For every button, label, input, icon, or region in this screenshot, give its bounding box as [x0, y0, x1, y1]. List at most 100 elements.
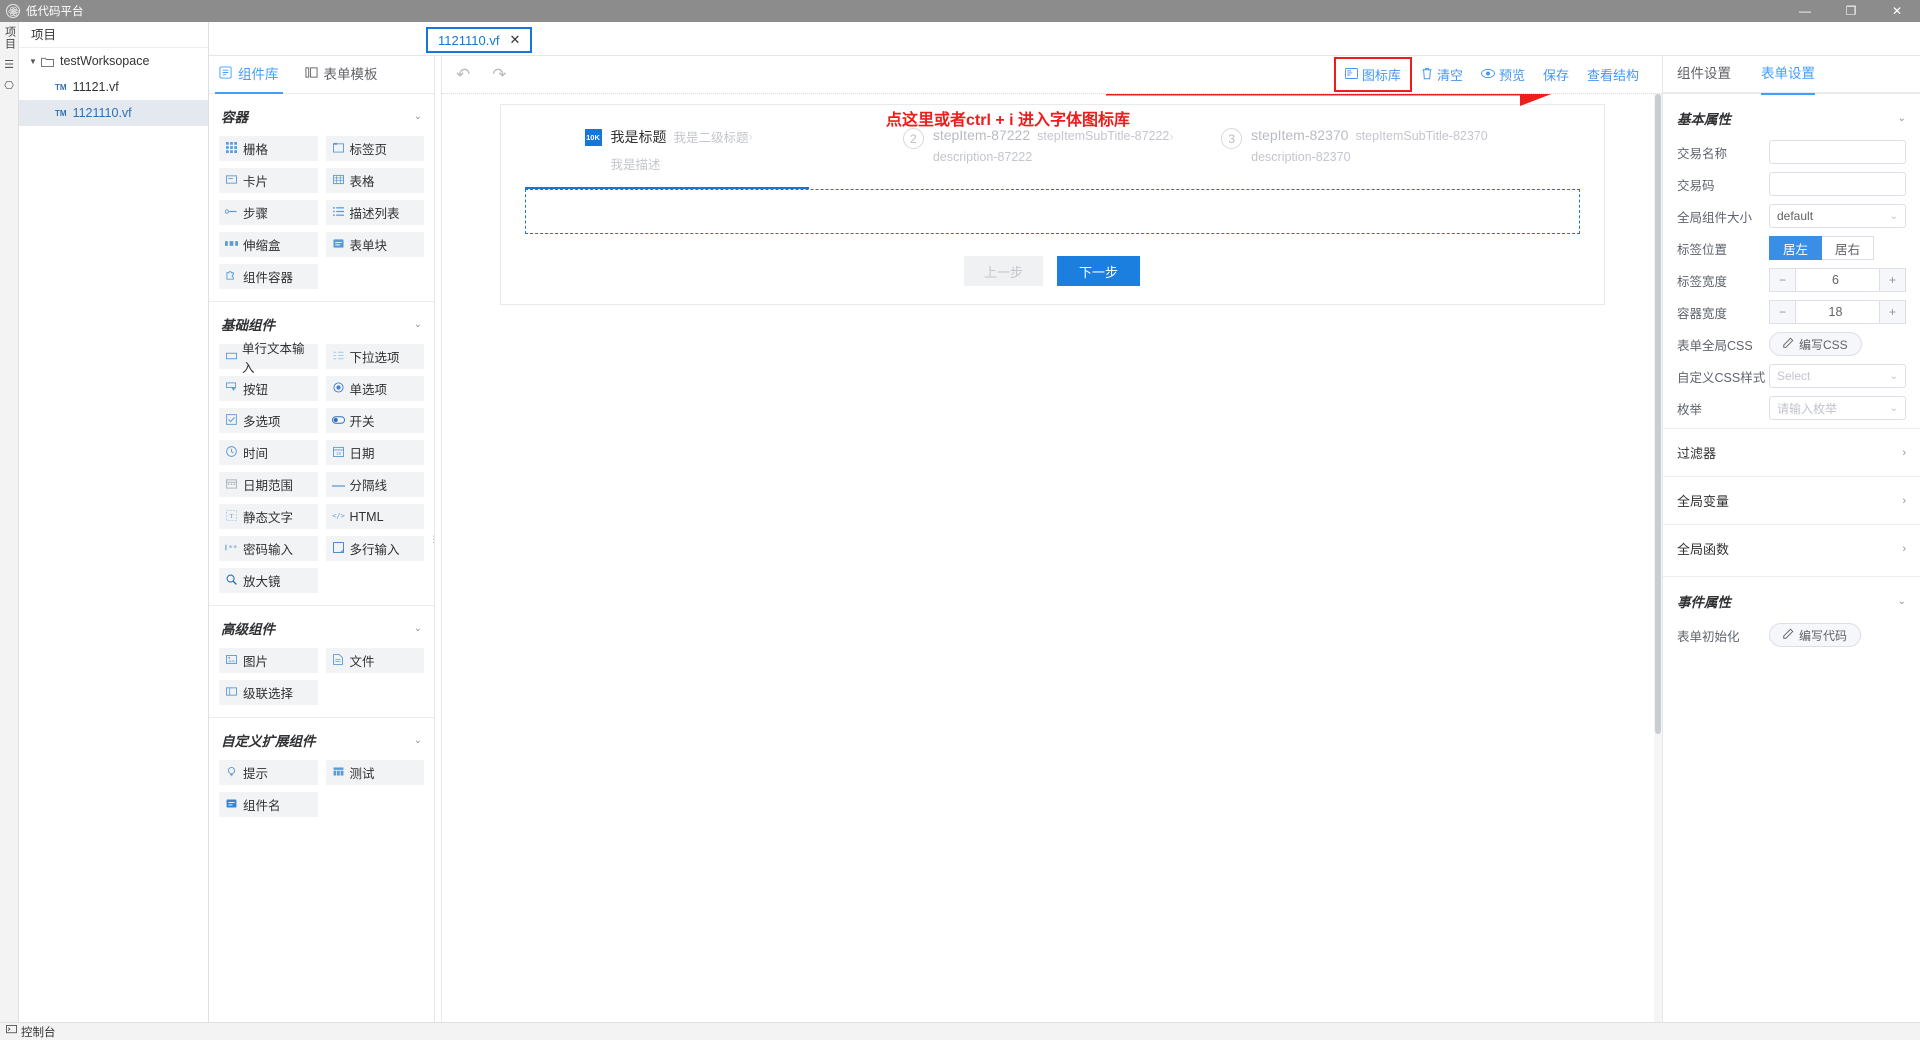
lib-item-steps[interactable]: 步骤: [219, 200, 318, 225]
collapsible-filter[interactable]: 过滤器 ›: [1663, 428, 1920, 476]
group-header[interactable]: 基础组件 ⌄: [221, 314, 422, 334]
maximize-button[interactable]: ❐: [1828, 0, 1874, 22]
undo-icon[interactable]: ↶: [456, 65, 470, 85]
form-designer-card[interactable]: 10K 我是标题 我是二级标题 我是描述 › 2 stepItem-87222 …: [499, 104, 1605, 305]
lib-item-tip[interactable]: 提示: [219, 760, 318, 785]
step-item-3[interactable]: 3 stepItem-82370 stepItemSubTitle-82370 …: [1221, 127, 1539, 164]
tree-item-1121110[interactable]: TM 1121110.vf: [19, 100, 208, 126]
lib-item-password[interactable]: ** 密码输入: [219, 536, 318, 561]
step-item-1[interactable]: 10K 我是标题 我是二级标题 我是描述 ›: [584, 127, 903, 173]
stepper-value[interactable]: 18: [1796, 300, 1879, 324]
prop-row-form-init: 表单初始化 编写代码: [1677, 621, 1906, 649]
lib-item-cascader[interactable]: 级联选择: [219, 680, 318, 705]
section-header[interactable]: 基本属性 ⌄: [1677, 108, 1906, 128]
monitor-icon[interactable]: ⎔: [4, 79, 14, 92]
segment-option-right[interactable]: 居右: [1822, 236, 1875, 260]
scrollbar-thumb[interactable]: [1655, 94, 1661, 734]
tree-root-node[interactable]: ▼ testWorksopace: [19, 48, 208, 74]
lib-item-component-name[interactable]: 组件名: [219, 792, 318, 817]
edit-code-button[interactable]: 编写代码: [1769, 623, 1862, 647]
form-canvas[interactable]: 点这里或者ctrl + i 进入字体图标库 10K 我是标题 我是二级标题 我是…: [442, 94, 1662, 1022]
close-button[interactable]: ✕: [1874, 0, 1920, 22]
stepper-value[interactable]: 6: [1796, 268, 1879, 292]
tab-component-library[interactable]: 组件库: [215, 56, 282, 94]
lib-item-grid[interactable]: 栅格: [219, 136, 318, 161]
library-scroll[interactable]: 容器 ⌄ 栅格 标签页 卡片 表格 步骤 描述列表 伸缩盒 表单块 组件容器 基…: [209, 94, 434, 1022]
tab-form-settings[interactable]: 表单设置: [1761, 55, 1815, 95]
lib-item-flexbox[interactable]: 伸缩盒: [219, 232, 318, 257]
lib-item-date[interactable]: 19 日期: [325, 440, 424, 465]
status-bar-label[interactable]: 控制台: [21, 1024, 56, 1040]
lib-item-checkbox[interactable]: 多选项: [219, 408, 318, 433]
list-icon[interactable]: ☰: [4, 58, 14, 71]
save-button[interactable]: 保存: [1534, 61, 1578, 88]
image-icon: [225, 654, 238, 668]
lib-item-tabs[interactable]: 标签页: [325, 136, 424, 161]
lib-item-radio[interactable]: 单选项: [325, 376, 424, 401]
lib-item-date-range[interactable]: 日期范围: [219, 472, 318, 497]
step-item-2[interactable]: 2 stepItem-87222 stepItemSubTitle-87222 …: [902, 127, 1221, 164]
lib-item-component-container[interactable]: 组件容器: [219, 264, 318, 289]
segment-option-left[interactable]: 居左: [1769, 236, 1823, 260]
lib-item-description-list[interactable]: 描述列表: [325, 200, 424, 225]
collapsible-global-function[interactable]: 全局函数 ›: [1663, 524, 1920, 572]
group-header[interactable]: 高级组件 ⌄: [221, 618, 422, 638]
clear-button[interactable]: 清空: [1412, 61, 1472, 88]
group-header[interactable]: 自定义扩展组件 ⌄: [221, 730, 422, 750]
increment-button[interactable]: +: [1879, 268, 1906, 292]
lib-item-text-input[interactable]: 单行文本输入: [219, 342, 318, 375]
lib-item-card[interactable]: 卡片: [219, 168, 318, 193]
redo-icon[interactable]: ↷: [492, 65, 506, 85]
lib-item-magnifier[interactable]: 放大镜: [219, 568, 318, 593]
tree-item-11121[interactable]: TM 11121.vf: [19, 74, 208, 100]
lib-item-file[interactable]: 文件: [325, 648, 424, 673]
form-dropzone[interactable]: [524, 189, 1580, 234]
file-tab-1121110[interactable]: 1121110.vf ✕: [426, 27, 533, 53]
next-step-button[interactable]: 下一步: [1057, 256, 1141, 286]
chevron-down-icon[interactable]: ⌄: [414, 735, 422, 746]
enum-select[interactable]: 请输入枚举 ⌄: [1769, 396, 1906, 420]
panel-splitter[interactable]: ⋮⋮: [429, 56, 447, 1022]
lib-item-image[interactable]: 图片: [219, 648, 318, 673]
increment-button[interactable]: +: [1879, 300, 1906, 324]
view-structure-button[interactable]: 查看结构: [1578, 61, 1648, 88]
lib-item-switch[interactable]: 开关: [325, 408, 424, 433]
chevron-down-icon[interactable]: ▼: [29, 57, 41, 66]
chevron-down-icon[interactable]: ⌄: [414, 111, 422, 122]
lib-item-static-text[interactable]: T 静态文字: [219, 504, 318, 529]
chevron-down-icon[interactable]: ⌄: [414, 623, 422, 634]
icon-library-button[interactable]: 图标库: [1333, 57, 1412, 92]
edit-css-button[interactable]: 编写CSS: [1769, 332, 1862, 356]
close-icon[interactable]: ✕: [509, 32, 520, 48]
section-header[interactable]: 事件属性 ⌄: [1677, 591, 1906, 611]
lib-item-table[interactable]: 表格: [325, 168, 424, 193]
lib-item-form-block[interactable]: 表单块: [325, 232, 424, 257]
preview-button[interactable]: 预览: [1472, 61, 1534, 88]
lib-item-label: 分隔线: [349, 479, 388, 493]
transaction-name-input[interactable]: [1769, 140, 1906, 164]
decrement-button[interactable]: −: [1769, 300, 1796, 324]
minimize-button[interactable]: —: [1782, 0, 1828, 22]
decrement-button[interactable]: −: [1769, 268, 1796, 292]
collapsible-global-variable[interactable]: 全局变量 ›: [1663, 476, 1920, 524]
canvas-scrollbar[interactable]: [1654, 94, 1662, 1022]
lib-item-dropdown[interactable]: 下拉选项: [325, 344, 424, 369]
lib-item-test[interactable]: 测试: [325, 760, 424, 785]
chevron-down-icon[interactable]: ⌄: [414, 319, 422, 330]
lib-item-html[interactable]: </> HTML: [325, 504, 424, 529]
prev-step-button[interactable]: 上一步: [963, 256, 1043, 286]
rail-project-label[interactable]: 项目: [4, 26, 16, 50]
lib-item-button[interactable]: 按钮: [219, 376, 318, 401]
tab-form-template[interactable]: 表单模板: [304, 56, 378, 94]
tab-component-settings[interactable]: 组件设置: [1677, 55, 1731, 93]
lib-item-textarea[interactable]: 多行输入: [325, 536, 424, 561]
steps-component[interactable]: 10K 我是标题 我是二级标题 我是描述 › 2 stepItem-87222 …: [525, 127, 1580, 173]
chevron-down-icon[interactable]: ⌄: [1898, 596, 1906, 607]
chevron-down-icon[interactable]: ⌄: [1898, 113, 1906, 124]
lib-item-time[interactable]: 时间: [219, 440, 318, 465]
global-component-size-select[interactable]: default ⌄: [1769, 204, 1906, 228]
group-header[interactable]: 容器 ⌄: [221, 106, 422, 126]
custom-css-style-select[interactable]: Select ⌄: [1769, 364, 1906, 388]
transaction-code-input[interactable]: [1769, 172, 1906, 196]
lib-item-divider[interactable]: 分隔线: [325, 472, 424, 497]
